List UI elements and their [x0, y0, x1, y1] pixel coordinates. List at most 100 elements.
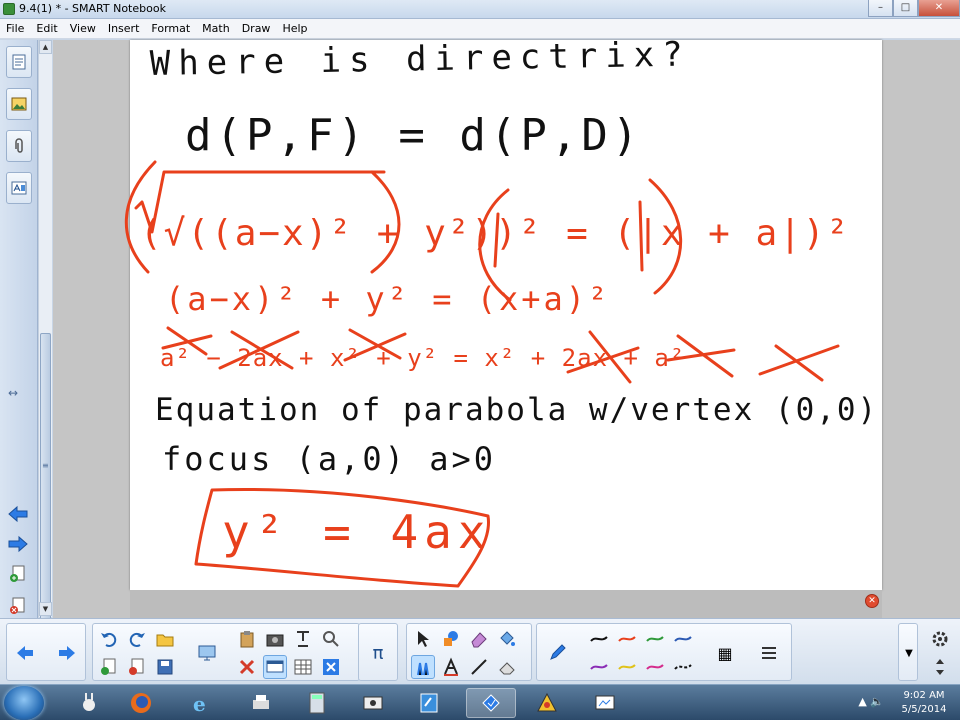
- scroll-up-arrow[interactable]: ▲: [39, 40, 52, 54]
- magic-pen-button[interactable]: [319, 627, 343, 651]
- blue-pen-stroke-icon: [674, 636, 692, 642]
- red-pen-stroke-icon: [618, 636, 636, 642]
- paperclip-icon: [15, 138, 23, 153]
- line-tool[interactable]: [467, 655, 491, 679]
- eraser-alt-tool[interactable]: [495, 655, 519, 679]
- next-page-button[interactable]: [55, 641, 79, 665]
- taskbar-calculator[interactable]: [292, 688, 342, 718]
- toolbar-overflow: ▼: [898, 623, 918, 681]
- pen-style-yellow[interactable]: [615, 655, 639, 679]
- scroll-down-arrow[interactable]: ▼: [39, 602, 52, 616]
- next-page-side-button[interactable]: [7, 534, 29, 554]
- screen-shade-button[interactable]: [195, 641, 219, 665]
- pen-style-black[interactable]: [587, 627, 611, 651]
- menu-draw[interactable]: Draw: [236, 22, 277, 35]
- taskbar-firefox[interactable]: [116, 688, 166, 718]
- camera-icon: [266, 634, 284, 647]
- eraser-block-icon: [499, 662, 515, 675]
- redo-button[interactable]: [125, 627, 149, 651]
- pencil-icon: [550, 644, 566, 660]
- taskbar-app-rabbit[interactable]: [64, 688, 114, 718]
- taskbar-tool-app[interactable]: [522, 688, 572, 718]
- attachments-tab[interactable]: [6, 130, 32, 162]
- add-page-side-button[interactable]: [7, 564, 29, 584]
- math-tools-button[interactable]: π: [366, 641, 390, 665]
- line-style-button[interactable]: [757, 641, 781, 665]
- pen-style-purple[interactable]: [587, 655, 611, 679]
- toolbar-settings-button[interactable]: [928, 627, 952, 651]
- page-sorter-tab[interactable]: [6, 46, 32, 78]
- undo-button[interactable]: [97, 627, 121, 651]
- paint-bucket-icon: [500, 631, 515, 646]
- taskbar-screen-recorder[interactable]: [348, 688, 398, 718]
- fill-tool[interactable]: [495, 627, 519, 651]
- notebook-page[interactable]: [130, 40, 882, 590]
- taskbar-smart-notebook[interactable]: [466, 688, 516, 718]
- delete-page-button[interactable]: [125, 655, 149, 679]
- menu-help[interactable]: Help: [276, 22, 313, 35]
- full-screen-button[interactable]: [263, 655, 287, 679]
- select-tool[interactable]: [411, 627, 435, 651]
- taskbar-presentation[interactable]: [580, 688, 630, 718]
- eraser-tool[interactable]: [467, 627, 491, 651]
- insert-table-button[interactable]: [291, 655, 315, 679]
- vertical-scrollbar[interactable]: ▲ ≡ ▼: [38, 40, 52, 623]
- taskbar-clock[interactable]: 9:02 AM 5/5/2014: [896, 689, 952, 717]
- calculator-icon: [309, 692, 325, 714]
- up-down-arrow-icon: [936, 659, 944, 675]
- delete-page-icon: [129, 658, 144, 675]
- pen-style-red[interactable]: [615, 627, 639, 651]
- magnifier-icon: [323, 631, 339, 647]
- shapes-tool[interactable]: [439, 627, 463, 651]
- compass-icon: [537, 692, 557, 712]
- menu-insert[interactable]: Insert: [102, 22, 146, 35]
- maximize-button[interactable]: □: [893, 0, 918, 17]
- color-palette-button[interactable]: ▦: [713, 641, 737, 665]
- toolbar-more-button[interactable]: ▼: [897, 641, 921, 665]
- menu-file[interactable]: File: [0, 22, 30, 35]
- properties-tab[interactable]: [6, 172, 32, 204]
- taskbar-notebook[interactable]: [404, 688, 454, 718]
- taskbar-internet-explorer[interactable]: e: [176, 688, 226, 718]
- delete-page-side-button[interactable]: [7, 596, 29, 616]
- menu-format[interactable]: Format: [145, 22, 196, 35]
- minimize-button[interactable]: –: [868, 0, 893, 17]
- gallery-icon: [11, 97, 27, 111]
- pen-type-button[interactable]: [545, 641, 569, 665]
- pen-style-dashed[interactable]: [671, 655, 695, 679]
- save-button[interactable]: [153, 655, 177, 679]
- toolbar-navigation-group: [6, 623, 86, 681]
- menu-edit[interactable]: Edit: [30, 22, 63, 35]
- screen-capture-button[interactable]: [263, 627, 287, 651]
- delete-button[interactable]: [235, 655, 259, 679]
- red-x-icon: [239, 659, 255, 675]
- close-window-button[interactable]: [319, 655, 343, 679]
- previous-page-side-button[interactable]: [7, 504, 29, 524]
- document-camera-icon: [297, 631, 309, 647]
- gallery-tab[interactable]: [6, 88, 32, 120]
- pen-tool[interactable]: [411, 655, 435, 679]
- paste-button[interactable]: [235, 627, 259, 651]
- menu-view[interactable]: View: [64, 22, 102, 35]
- document-camera-button[interactable]: [291, 627, 315, 651]
- menu-math[interactable]: Math: [196, 22, 236, 35]
- toolbar-move-button[interactable]: [928, 655, 952, 679]
- pen-style-magenta[interactable]: [643, 655, 667, 679]
- system-tray: ▲ 🔈: [858, 695, 884, 708]
- add-page-button[interactable]: [97, 655, 121, 679]
- text-tool[interactable]: [439, 655, 463, 679]
- svg-text:e: e: [193, 692, 206, 715]
- close-button[interactable]: ✕: [918, 0, 960, 17]
- printer-icon: [253, 695, 269, 709]
- pen-style-green[interactable]: [643, 627, 667, 651]
- scrollbar-thumb[interactable]: [40, 333, 51, 623]
- yellow-pen-stroke-icon: [618, 664, 636, 670]
- previous-page-button[interactable]: [13, 641, 37, 665]
- window-controls: – □ ✕: [868, 0, 960, 17]
- page-close-icon[interactable]: ✕: [865, 594, 879, 608]
- open-file-button[interactable]: [153, 627, 177, 651]
- taskbar-printer[interactable]: [236, 688, 286, 718]
- pen-style-blue[interactable]: [671, 627, 695, 651]
- start-button[interactable]: [4, 686, 44, 720]
- panel-resize-handle[interactable]: ↔: [8, 386, 18, 400]
